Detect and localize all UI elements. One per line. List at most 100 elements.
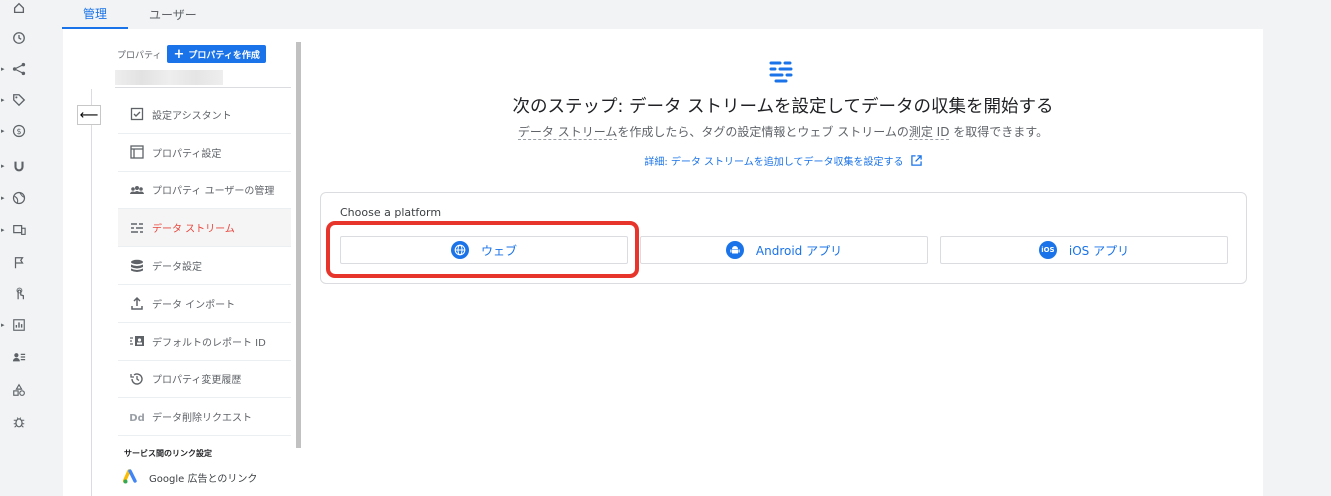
menu-label: デフォルトのレポート ID bbox=[152, 337, 266, 349]
subtitle-text: を作成したら、タグの設定情報とウェブ ストリームの bbox=[617, 125, 909, 139]
globe-icon bbox=[11, 190, 27, 206]
android-platform-label: Android アプリ bbox=[755, 243, 843, 258]
property-menu: 設定アシスタント プロパティ設定 プロパティ ユーザーの管理 データ ストリーム… bbox=[118, 96, 291, 437]
menu-label: データ ストリーム bbox=[152, 224, 235, 236]
rail-conversions[interactable] bbox=[0, 283, 40, 305]
plus-icon: + bbox=[173, 46, 185, 62]
property-divider bbox=[115, 87, 291, 88]
rail-realtime[interactable] bbox=[0, 27, 40, 49]
audience-icon bbox=[11, 349, 27, 365]
people-icon bbox=[125, 182, 149, 198]
back-arrow-button[interactable]: ⟵ bbox=[77, 105, 101, 125]
property-selector-blurred[interactable] bbox=[115, 70, 223, 85]
rail-debug[interactable] bbox=[0, 411, 40, 433]
data-stream-icon bbox=[769, 61, 793, 83]
menu-label: 設定アシスタント bbox=[152, 110, 232, 122]
history-icon bbox=[125, 371, 149, 387]
clock-icon bbox=[11, 30, 27, 46]
learn-more-label: 詳細: データ ストリームを追加してデータ収集を設定する bbox=[644, 157, 904, 168]
google-ads-link-label: Google 広告とのリンク bbox=[149, 473, 258, 485]
touch-icon bbox=[11, 286, 27, 302]
menu-label: データ インポート bbox=[152, 299, 236, 311]
upload-icon bbox=[125, 295, 149, 311]
report-icon bbox=[11, 317, 27, 333]
property-header: プロパティ + プロパティを作成 bbox=[117, 45, 266, 63]
menu-default-report-id[interactable]: デフォルトのレポート ID bbox=[118, 323, 291, 361]
create-property-label: プロパティを作成 bbox=[188, 50, 260, 61]
flag-icon bbox=[11, 255, 27, 271]
tag-icon bbox=[11, 92, 27, 108]
rail-acquisition[interactable]: ▸ bbox=[0, 89, 40, 111]
rail-explore[interactable]: ▸ bbox=[0, 314, 40, 336]
branch-icon bbox=[11, 61, 27, 77]
main-content: 次のステップ: データ ストリームを設定してデータの収集を開始する データ スト… bbox=[303, 29, 1263, 496]
admin-panel: プロパティ + プロパティを作成 ⟵ 設定アシスタント プロパティ設定 プロパテ… bbox=[63, 29, 1263, 496]
menu-label: プロパティ変更履歴 bbox=[152, 375, 242, 387]
devices-icon bbox=[11, 222, 27, 238]
left-nav-rail: ▸ ▸ ▸ $ ▸ ▸ ▸ ▸ bbox=[0, 0, 40, 496]
menu-label: プロパティ設定 bbox=[152, 148, 222, 160]
dollar-icon: $ bbox=[11, 123, 27, 139]
google-ads-link[interactable]: Google 広告とのリンク bbox=[123, 468, 257, 486]
property-label: プロパティ bbox=[117, 50, 162, 61]
back-arrow-icon: ⟵ bbox=[79, 107, 99, 123]
android-icon bbox=[725, 241, 744, 259]
checklist-icon bbox=[125, 106, 149, 122]
menu-property-settings[interactable]: プロパティ設定 bbox=[118, 134, 291, 172]
ios-platform-button[interactable]: iOS iOS アプリ bbox=[940, 236, 1228, 264]
property-column: プロパティ + プロパティを作成 ⟵ 設定アシスタント プロパティ設定 プロパテ… bbox=[63, 29, 303, 496]
learn-more-link[interactable]: 詳細: データ ストリームを追加してデータ収集を設定する bbox=[303, 153, 1263, 168]
menu-data-deletion[interactable]: Dd データ削除リクエスト bbox=[118, 398, 291, 437]
page-title: 次のステップ: データ ストリームを設定してデータの収集を開始する bbox=[512, 97, 1054, 117]
tab-admin[interactable]: 管理 bbox=[62, 0, 129, 29]
magnet-icon bbox=[11, 158, 27, 174]
dd-icon: Dd bbox=[125, 409, 149, 425]
rail-retention[interactable]: ▸ bbox=[0, 155, 40, 177]
menu-setup-assistant[interactable]: 設定アシスタント bbox=[118, 96, 291, 134]
rail-configure[interactable] bbox=[0, 379, 40, 401]
rail-demographics[interactable]: ▸ bbox=[0, 187, 40, 209]
menu-data-settings[interactable]: データ設定 bbox=[118, 247, 291, 285]
create-property-button[interactable]: + プロパティを作成 bbox=[167, 45, 266, 63]
subtitle-text-end: を取得できます。 bbox=[949, 125, 1049, 139]
menu-user-management[interactable]: プロパティ ユーザーの管理 bbox=[118, 172, 291, 210]
streams-icon bbox=[125, 220, 149, 236]
menu-data-import[interactable]: データ インポート bbox=[118, 285, 291, 323]
rail-events[interactable] bbox=[0, 252, 40, 274]
report-id-icon bbox=[125, 333, 149, 349]
android-platform-button[interactable]: Android アプリ bbox=[640, 236, 928, 264]
measurement-id-term[interactable]: 測定 ID bbox=[908, 125, 950, 140]
rail-home[interactable] bbox=[0, 0, 40, 19]
menu-label: プロパティ ユーザーの管理 bbox=[152, 186, 275, 198]
tree-line bbox=[91, 89, 92, 496]
home-icon bbox=[11, 0, 27, 16]
svg-text:Dd: Dd bbox=[129, 413, 144, 424]
rail-tech[interactable]: ▸ bbox=[0, 219, 40, 241]
top-tabs: 管理 ユーザー bbox=[62, 0, 218, 29]
window-icon bbox=[125, 144, 149, 160]
ios-platform-label: iOS アプリ bbox=[1068, 243, 1130, 258]
google-ads-icon bbox=[123, 469, 137, 484]
ios-icon: iOS bbox=[1038, 241, 1057, 259]
svg-text:$: $ bbox=[16, 127, 21, 136]
menu-change-history[interactable]: プロパティ変更履歴 bbox=[118, 361, 291, 399]
rail-lifecycle[interactable]: ▸ bbox=[0, 58, 40, 80]
platform-card: Choose a platform ウェブ Android アプリ iOS iO… bbox=[320, 192, 1247, 284]
menu-label: データ削除リクエスト bbox=[152, 413, 252, 425]
menu-label: データ設定 bbox=[152, 262, 202, 274]
ios-icon-text: iOS bbox=[1041, 246, 1055, 254]
menu-scrollbar[interactable] bbox=[296, 42, 301, 448]
tab-user[interactable]: ユーザー bbox=[128, 0, 218, 29]
links-section-title: サービス間のリンク設定 bbox=[124, 449, 212, 458]
external-link-icon bbox=[910, 155, 922, 166]
page-subtitle: データ ストリームを作成したら、タグの設定情報とウェブ ストリームの測定 ID … bbox=[303, 123, 1263, 140]
debug-icon bbox=[11, 414, 27, 430]
data-stream-term[interactable]: データ ストリーム bbox=[517, 125, 618, 140]
menu-data-streams[interactable]: データ ストリーム bbox=[118, 209, 291, 248]
rail-audiences[interactable] bbox=[0, 346, 40, 368]
database-icon bbox=[125, 258, 149, 274]
red-highlight-box bbox=[326, 221, 639, 278]
platform-label: Choose a platform bbox=[340, 206, 442, 219]
rail-monetization[interactable]: ▸ $ bbox=[0, 120, 40, 142]
shapes-icon bbox=[11, 382, 27, 398]
